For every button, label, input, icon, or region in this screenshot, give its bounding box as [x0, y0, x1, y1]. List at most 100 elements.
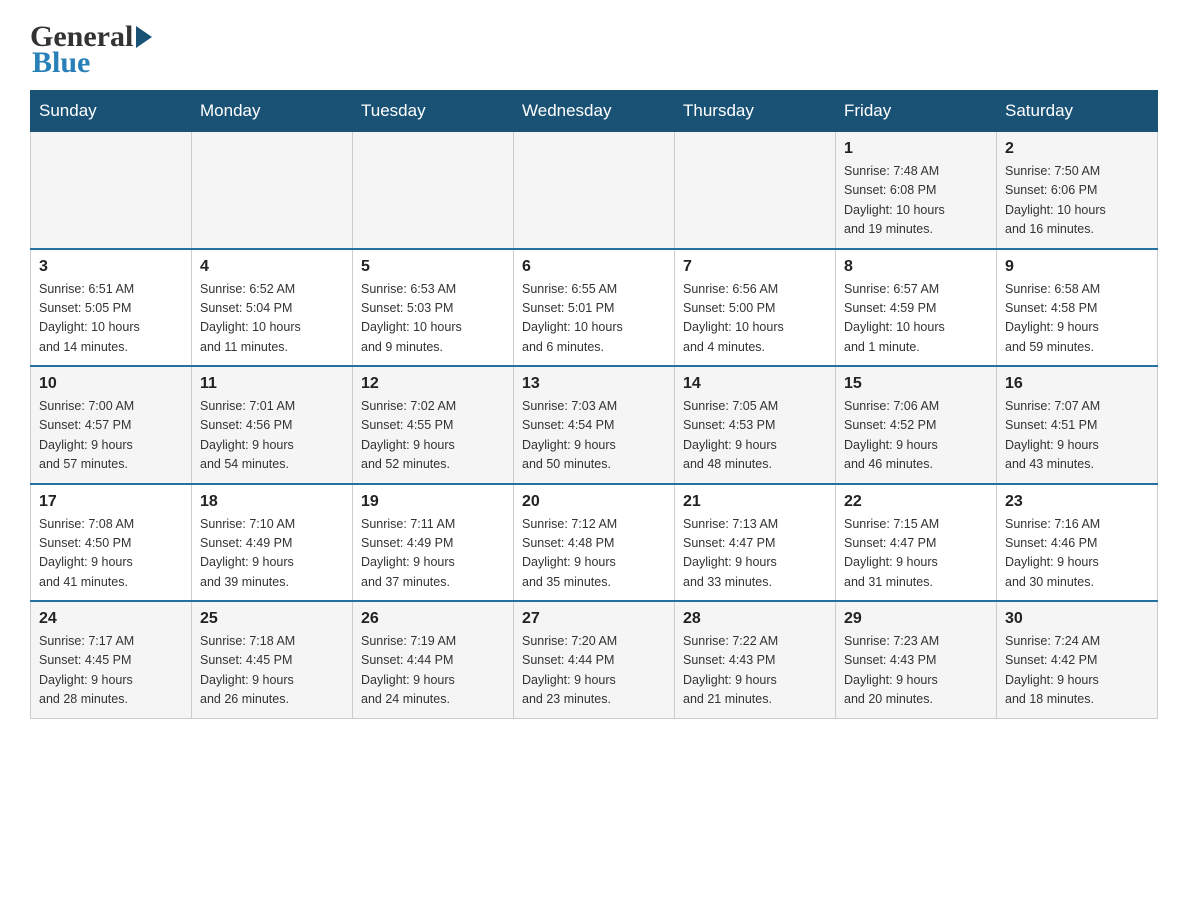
day-number: 22 — [844, 493, 988, 511]
day-info: Sunrise: 7:00 AM Sunset: 4:57 PM Dayligh… — [39, 397, 183, 475]
calendar-table: SundayMondayTuesdayWednesdayThursdayFrid… — [30, 90, 1158, 719]
day-info: Sunrise: 7:24 AM Sunset: 4:42 PM Dayligh… — [1005, 632, 1149, 710]
day-number: 8 — [844, 258, 988, 276]
calendar-day-cell: 16 Sunrise: 7:07 AM Sunset: 4:51 PM Dayli… — [997, 366, 1158, 484]
day-info: Sunrise: 7:08 AM Sunset: 4:50 PM Dayligh… — [39, 515, 183, 593]
day-info: Sunrise: 6:57 AM Sunset: 4:59 PM Dayligh… — [844, 280, 988, 358]
calendar-day-cell: 18Sunrise: 7:10 AM Sunset: 4:49 PM Dayli… — [192, 484, 353, 602]
calendar-day-cell: 30 Sunrise: 7:24 AM Sunset: 4:42 PM Dayli… — [997, 601, 1158, 718]
calendar-day-cell: 4 Sunrise: 6:52 AM Sunset: 5:04 PM Daylig… — [192, 249, 353, 367]
calendar-day-cell: 7 Sunrise: 6:56 AM Sunset: 5:00 PM Daylig… — [675, 249, 836, 367]
calendar-day-cell — [192, 132, 353, 249]
calendar-day-cell: 20 Sunrise: 7:12 AM Sunset: 4:48 PM Dayli… — [514, 484, 675, 602]
day-info: Sunrise: 7:20 AM Sunset: 4:44 PM Dayligh… — [522, 632, 666, 710]
calendar-week-row: 24Sunrise: 7:17 AM Sunset: 4:45 PM Dayli… — [31, 601, 1158, 718]
calendar-day-cell: 26 Sunrise: 7:19 AM Sunset: 4:44 PM Dayli… — [353, 601, 514, 718]
weekday-header-wednesday: Wednesday — [514, 91, 675, 132]
day-info: Sunrise: 6:53 AM Sunset: 5:03 PM Dayligh… — [361, 280, 505, 358]
calendar-day-cell: 23 Sunrise: 7:16 AM Sunset: 4:46 PM Dayli… — [997, 484, 1158, 602]
calendar-day-cell: 9 Sunrise: 6:58 AM Sunset: 4:58 PM Daylig… — [997, 249, 1158, 367]
logo-arrow-icon — [136, 26, 152, 48]
calendar-day-cell — [514, 132, 675, 249]
day-number: 2 — [1005, 140, 1149, 158]
day-number: 24 — [39, 610, 183, 628]
weekday-header-row: SundayMondayTuesdayWednesdayThursdayFrid… — [31, 91, 1158, 132]
day-number: 11 — [200, 375, 344, 393]
day-number: 16 — [1005, 375, 1149, 393]
calendar-day-cell: 24Sunrise: 7:17 AM Sunset: 4:45 PM Dayli… — [31, 601, 192, 718]
day-info: Sunrise: 6:51 AM Sunset: 5:05 PM Dayligh… — [39, 280, 183, 358]
calendar-day-cell — [31, 132, 192, 249]
calendar-day-cell: 28 Sunrise: 7:22 AM Sunset: 4:43 PM Dayli… — [675, 601, 836, 718]
calendar-day-cell — [675, 132, 836, 249]
day-number: 21 — [683, 493, 827, 511]
day-number: 28 — [683, 610, 827, 628]
day-number: 29 — [844, 610, 988, 628]
calendar-day-cell: 15 Sunrise: 7:06 AM Sunset: 4:52 PM Dayli… — [836, 366, 997, 484]
day-number: 15 — [844, 375, 988, 393]
day-number: 17 — [39, 493, 183, 511]
day-info: Sunrise: 7:03 AM Sunset: 4:54 PM Dayligh… — [522, 397, 666, 475]
weekday-header-sunday: Sunday — [31, 91, 192, 132]
day-number: 25 — [200, 610, 344, 628]
day-info: Sunrise: 7:06 AM Sunset: 4:52 PM Dayligh… — [844, 397, 988, 475]
calendar-day-cell: 19 Sunrise: 7:11 AM Sunset: 4:49 PM Dayli… — [353, 484, 514, 602]
calendar-week-row: 3 Sunrise: 6:51 AM Sunset: 5:05 PM Daylig… — [31, 249, 1158, 367]
day-info: Sunrise: 6:55 AM Sunset: 5:01 PM Dayligh… — [522, 280, 666, 358]
weekday-header-thursday: Thursday — [675, 91, 836, 132]
day-info: Sunrise: 6:52 AM Sunset: 5:04 PM Dayligh… — [200, 280, 344, 358]
weekday-header-friday: Friday — [836, 91, 997, 132]
calendar-week-row: 10 Sunrise: 7:00 AM Sunset: 4:57 PM Dayli… — [31, 366, 1158, 484]
weekday-header-tuesday: Tuesday — [353, 91, 514, 132]
day-number: 3 — [39, 258, 183, 276]
day-number: 7 — [683, 258, 827, 276]
day-number: 9 — [1005, 258, 1149, 276]
calendar-day-cell: 1 Sunrise: 7:48 AM Sunset: 6:08 PM Daylig… — [836, 132, 997, 249]
day-number: 14 — [683, 375, 827, 393]
day-info: Sunrise: 7:10 AM Sunset: 4:49 PM Dayligh… — [200, 515, 344, 593]
day-number: 4 — [200, 258, 344, 276]
calendar-day-cell: 5 Sunrise: 6:53 AM Sunset: 5:03 PM Daylig… — [353, 249, 514, 367]
day-number: 23 — [1005, 493, 1149, 511]
day-number: 12 — [361, 375, 505, 393]
calendar-day-cell: 25 Sunrise: 7:18 AM Sunset: 4:45 PM Dayli… — [192, 601, 353, 718]
day-number: 27 — [522, 610, 666, 628]
day-info: Sunrise: 7:19 AM Sunset: 4:44 PM Dayligh… — [361, 632, 505, 710]
calendar-week-row: 1 Sunrise: 7:48 AM Sunset: 6:08 PM Daylig… — [31, 132, 1158, 249]
calendar-day-cell: 6 Sunrise: 6:55 AM Sunset: 5:01 PM Daylig… — [514, 249, 675, 367]
calendar-day-cell: 11 Sunrise: 7:01 AM Sunset: 4:56 PM Dayli… — [192, 366, 353, 484]
day-number: 30 — [1005, 610, 1149, 628]
day-info: Sunrise: 7:22 AM Sunset: 4:43 PM Dayligh… — [683, 632, 827, 710]
weekday-header-monday: Monday — [192, 91, 353, 132]
day-info: Sunrise: 7:01 AM Sunset: 4:56 PM Dayligh… — [200, 397, 344, 475]
calendar-day-cell: 22 Sunrise: 7:15 AM Sunset: 4:47 PM Dayli… — [836, 484, 997, 602]
day-number: 1 — [844, 140, 988, 158]
logo: General Blue — [30, 20, 152, 80]
logo-blue-text: Blue — [32, 46, 152, 80]
day-number: 19 — [361, 493, 505, 511]
calendar-day-cell: 17 Sunrise: 7:08 AM Sunset: 4:50 PM Dayli… — [31, 484, 192, 602]
day-number: 20 — [522, 493, 666, 511]
day-info: Sunrise: 7:48 AM Sunset: 6:08 PM Dayligh… — [844, 162, 988, 240]
calendar-day-cell: 27 Sunrise: 7:20 AM Sunset: 4:44 PM Dayli… — [514, 601, 675, 718]
day-number: 26 — [361, 610, 505, 628]
day-number: 5 — [361, 258, 505, 276]
day-info: Sunrise: 6:58 AM Sunset: 4:58 PM Dayligh… — [1005, 280, 1149, 358]
day-info: Sunrise: 7:11 AM Sunset: 4:49 PM Dayligh… — [361, 515, 505, 593]
calendar-week-row: 17 Sunrise: 7:08 AM Sunset: 4:50 PM Dayli… — [31, 484, 1158, 602]
day-info: Sunrise: 7:07 AM Sunset: 4:51 PM Dayligh… — [1005, 397, 1149, 475]
day-info: Sunrise: 6:56 AM Sunset: 5:00 PM Dayligh… — [683, 280, 827, 358]
day-info: Sunrise: 7:15 AM Sunset: 4:47 PM Dayligh… — [844, 515, 988, 593]
day-number: 6 — [522, 258, 666, 276]
day-info: Sunrise: 7:50 AM Sunset: 6:06 PM Dayligh… — [1005, 162, 1149, 240]
calendar-day-cell: 8 Sunrise: 6:57 AM Sunset: 4:59 PM Daylig… — [836, 249, 997, 367]
day-info: Sunrise: 7:23 AM Sunset: 4:43 PM Dayligh… — [844, 632, 988, 710]
day-info: Sunrise: 7:12 AM Sunset: 4:48 PM Dayligh… — [522, 515, 666, 593]
day-info: Sunrise: 7:16 AM Sunset: 4:46 PM Dayligh… — [1005, 515, 1149, 593]
calendar-day-cell — [353, 132, 514, 249]
day-info: Sunrise: 7:13 AM Sunset: 4:47 PM Dayligh… — [683, 515, 827, 593]
day-info: Sunrise: 7:05 AM Sunset: 4:53 PM Dayligh… — [683, 397, 827, 475]
day-number: 10 — [39, 375, 183, 393]
day-info: Sunrise: 7:18 AM Sunset: 4:45 PM Dayligh… — [200, 632, 344, 710]
day-info: Sunrise: 7:02 AM Sunset: 4:55 PM Dayligh… — [361, 397, 505, 475]
